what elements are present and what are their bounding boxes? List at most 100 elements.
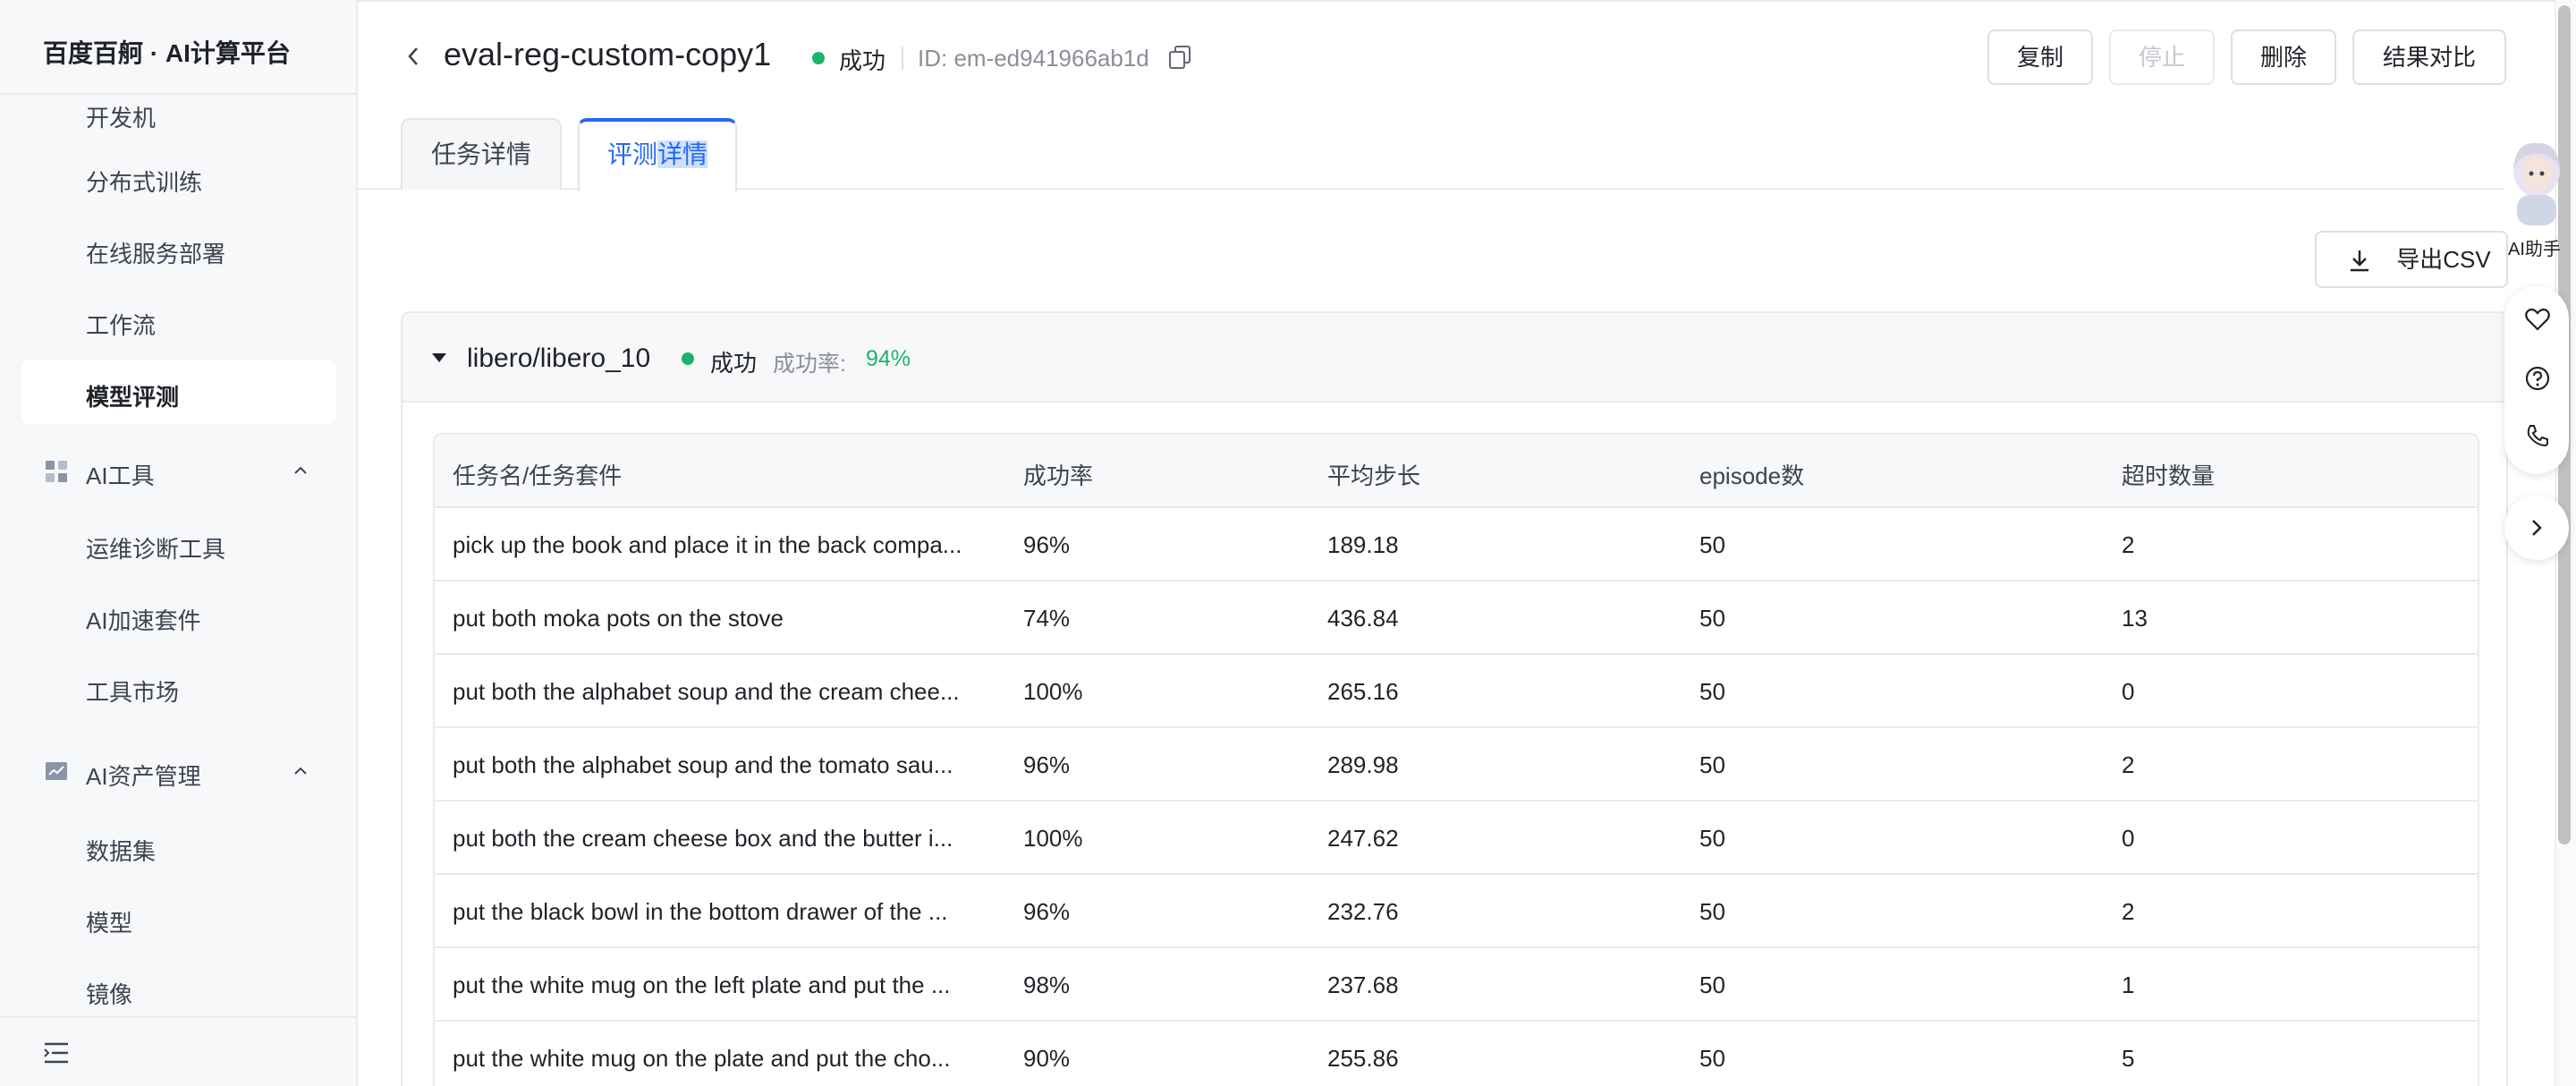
- sidebar-item-tool-market[interactable]: 工具市场: [21, 655, 336, 719]
- avg-steps-cell: 265.16: [1327, 678, 1399, 705]
- chevron-right-icon: [2532, 520, 2542, 536]
- episodes-cell: 50: [1699, 678, 1725, 705]
- episodes-cell: 50: [1699, 971, 1725, 998]
- avg-steps-cell: 289.98: [1327, 751, 1399, 778]
- tab-task-detail[interactable]: 任务详情: [401, 118, 562, 190]
- sidebar-item-online-service[interactable]: 在线服务部署: [21, 216, 336, 281]
- task-name-cell: pick up the book and place it in the bac…: [453, 531, 962, 558]
- table-row[interactable]: put both the alphabet soup and the tomat…: [435, 728, 2478, 802]
- tab-label-part: 评测: [606, 140, 657, 168]
- success-rate-value: 94%: [866, 346, 911, 371]
- suite-panel-header[interactable]: libero/libero_10 成功 成功率: 94%: [402, 313, 2506, 403]
- table-row[interactable]: put the black bowl in the bottom drawer …: [435, 875, 2478, 948]
- suite-panel: libero/libero_10 成功 成功率: 94% 任务名/任务套件 成功…: [401, 311, 2508, 1086]
- grid-icon: [46, 461, 67, 482]
- delete-button[interactable]: 删除: [2231, 30, 2336, 85]
- page-title: eval-reg-custom-copy1: [444, 36, 772, 72]
- task-name-cell: put the white mug on the plate and put t…: [453, 1045, 951, 1072]
- tab-bar: 任务详情 评测详情: [358, 116, 2504, 191]
- timeouts-cell: 13: [2122, 605, 2148, 632]
- table-row[interactable]: put both moka pots on the stove 74% 436.…: [435, 581, 2478, 655]
- episodes-cell: 50: [1699, 751, 1725, 778]
- success-rate-label: 成功率:: [773, 352, 846, 377]
- sidebar-group-label: AI工具: [86, 462, 155, 489]
- sidebar-item-ai-acceleration[interactable]: AI加速套件: [21, 583, 336, 648]
- sidebar-item-label: 模型评测: [86, 384, 180, 411]
- ai-assistant-label: AI助手: [2508, 240, 2561, 259]
- heart-icon[interactable]: [2524, 306, 2551, 333]
- suite-status-dot: [682, 352, 694, 365]
- sidebar-item-label: 在线服务部署: [86, 241, 226, 267]
- success-rate-cell: 96%: [1023, 751, 1071, 778]
- task-name-cell: put both the alphabet soup and the cream…: [453, 678, 960, 705]
- back-arrow-icon[interactable]: [404, 45, 422, 68]
- tab-eval-detail[interactable]: 评测详情: [578, 118, 737, 191]
- sidebar-item-label: 开发机: [86, 105, 157, 132]
- chart-board-icon: [46, 762, 67, 780]
- avg-steps-cell: 247.62: [1327, 825, 1399, 852]
- success-rate-cell: 96%: [1023, 531, 1071, 558]
- status-dot: [812, 52, 825, 64]
- collapse-menu-icon[interactable]: [43, 1041, 70, 1065]
- success-rate-cell: 90%: [1023, 1045, 1071, 1072]
- table-row[interactable]: put the white mug on the left plate and …: [435, 948, 2478, 1022]
- chevron-up-icon: [294, 767, 307, 775]
- help-icon[interactable]: [2524, 365, 2551, 392]
- table-row[interactable]: pick up the book and place it in the bac…: [435, 508, 2478, 581]
- sidebar-group-ai-tools[interactable]: AI工具: [21, 438, 336, 503]
- sidebar-item-label: 分布式训练: [86, 169, 203, 196]
- sidebar-item-models[interactable]: 模型: [21, 886, 336, 950]
- expand-rail-button[interactable]: [2504, 496, 2569, 560]
- timeouts-cell: 1: [2122, 971, 2135, 998]
- timeouts-cell: 5: [2122, 1045, 2135, 1072]
- sidebar-item-label: 工具市场: [86, 679, 180, 706]
- divider: [902, 47, 903, 70]
- chevron-up-icon: [294, 466, 307, 474]
- sidebar-group-ai-assets[interactable]: AI资产管理: [21, 739, 336, 803]
- sidebar-item-label: 工作流: [86, 312, 157, 339]
- sidebar-item-label: 模型: [86, 910, 133, 937]
- sidebar-item-images[interactable]: 镜像: [21, 957, 336, 1022]
- episodes-cell: 50: [1699, 1045, 1725, 1072]
- table-row[interactable]: put the white mug on the plate and put t…: [435, 1022, 2478, 1086]
- table-row[interactable]: put both the cream cheese box and the bu…: [435, 802, 2478, 875]
- sidebar-item-devmachine[interactable]: 开发机: [21, 81, 336, 145]
- compare-results-button[interactable]: 结果对比: [2352, 30, 2506, 85]
- phone-icon[interactable]: [2524, 422, 2551, 449]
- page-header: eval-reg-custom-copy1 成功 ID: em-ed941966…: [358, 0, 2506, 116]
- stop-button[interactable]: 停止: [2109, 30, 2215, 85]
- caret-down-icon[interactable]: [431, 352, 447, 363]
- task-name-cell: put both the cream cheese box and the bu…: [453, 825, 953, 852]
- success-rate-cell: 96%: [1023, 898, 1071, 925]
- episodes-cell: 50: [1699, 898, 1725, 925]
- sidebar-item-label: AI加速套件: [86, 607, 201, 634]
- column-header: episode数: [1699, 462, 1805, 489]
- app-root: 百度百舸 · AI计算平台 开发机 分布式训练 在线服务部署 工作流 模型评测 …: [0, 0, 2576, 1086]
- column-header: 平均步长: [1327, 462, 1421, 489]
- sidebar-item-label: 运维诊断工具: [86, 536, 226, 563]
- success-rate-cell: 98%: [1023, 971, 1071, 998]
- avg-steps-cell: 436.84: [1327, 605, 1399, 632]
- sidebar-item-label: 数据集: [86, 838, 157, 865]
- status-badge: 成功: [839, 47, 886, 74]
- export-csv-label: 导出CSV: [2396, 246, 2491, 273]
- copy-button[interactable]: 复制: [1987, 30, 2093, 85]
- suite-name: libero/libero_10: [467, 344, 651, 373]
- avg-steps-cell: 255.86: [1327, 1045, 1399, 1072]
- task-name-cell: put the white mug on the left plate and …: [453, 971, 951, 998]
- episodes-cell: 50: [1699, 825, 1725, 852]
- sidebar-item-distributed-training[interactable]: 分布式训练: [21, 145, 336, 209]
- sidebar-item-workflow[interactable]: 工作流: [21, 288, 336, 352]
- suite-status: 成功: [710, 350, 758, 377]
- export-csv-button[interactable]: 导出CSV: [2315, 231, 2508, 288]
- sidebar-item-datasets[interactable]: 数据集: [21, 814, 336, 878]
- avg-steps-cell: 232.76: [1327, 898, 1399, 925]
- success-rate-cell: 100%: [1023, 678, 1083, 705]
- copy-icon[interactable]: [1168, 45, 1191, 70]
- sidebar-item-ops-diagnosis[interactable]: 运维诊断工具: [21, 512, 336, 576]
- table-row[interactable]: put both the alphabet soup and the cream…: [435, 655, 2478, 728]
- task-name-cell: put the black bowl in the bottom drawer …: [453, 898, 948, 925]
- sidebar-item-model-eval[interactable]: 模型评测: [21, 360, 336, 424]
- results-table: 任务名/任务套件 成功率 平均步长 episode数 超时数量 pick up …: [433, 433, 2479, 1086]
- success-rate-cell: 100%: [1023, 825, 1083, 852]
